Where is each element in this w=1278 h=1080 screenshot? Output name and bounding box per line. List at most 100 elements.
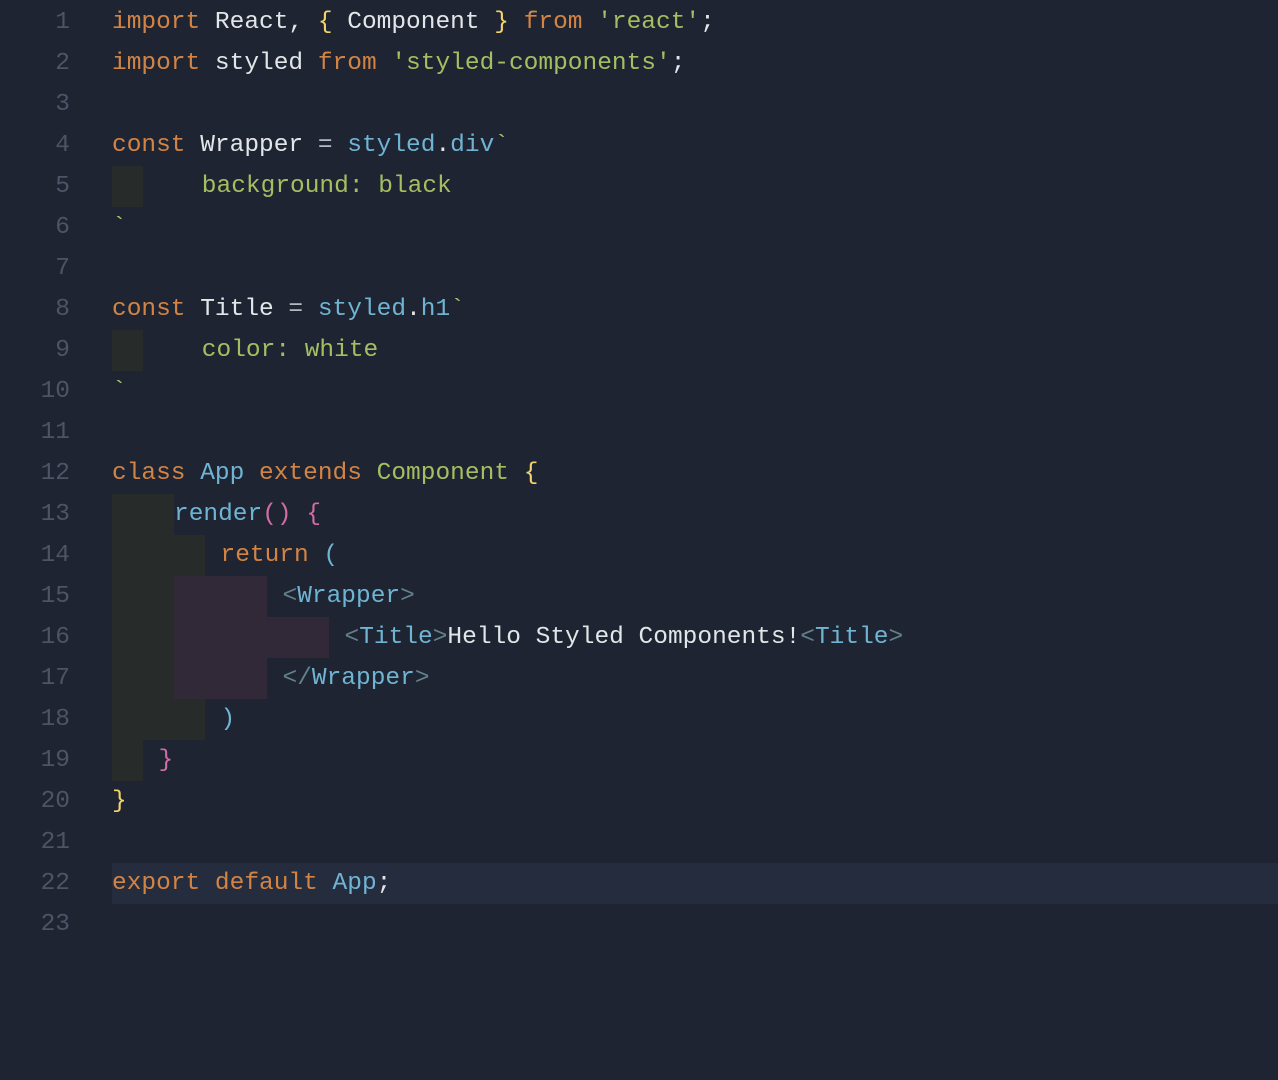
- code-line[interactable]: const Wrapper = styled.div`: [112, 125, 1278, 166]
- token-keyword: const: [112, 132, 186, 159]
- token-keyword: import: [112, 50, 200, 77]
- indent-guide: [174, 658, 236, 699]
- token-punct: ,: [288, 9, 317, 36]
- token-ident: Component: [347, 9, 479, 36]
- line-number: 22: [0, 863, 70, 904]
- line-number: 3: [0, 84, 70, 125]
- token-angle: </: [283, 665, 312, 692]
- token-backtick: `: [112, 214, 127, 241]
- indent-guide: [298, 617, 329, 658]
- indent-guide: [112, 494, 174, 535]
- token-jsx-tag: Wrapper: [312, 665, 415, 692]
- code-line[interactable]: <Wrapper>: [112, 576, 1278, 617]
- indent-guide: [174, 576, 236, 617]
- code-line[interactable]: class App extends Component {: [112, 453, 1278, 494]
- line-number: 8: [0, 289, 70, 330]
- token-prop: div: [450, 132, 494, 159]
- indent-guide: [112, 658, 174, 699]
- token-template: background: black: [143, 173, 452, 200]
- token-punct: ;: [671, 50, 686, 77]
- indent-guide: [236, 658, 267, 699]
- line-number: 20: [0, 781, 70, 822]
- indent-guide: [112, 740, 143, 781]
- token-jsx-tag: Title: [815, 624, 889, 651]
- indent-guide: [112, 330, 143, 371]
- code-line[interactable]: return (: [112, 535, 1278, 576]
- token-keyword: export: [112, 870, 200, 897]
- token-angle: <: [800, 624, 815, 651]
- token-paren: (): [262, 501, 291, 528]
- line-number: 17: [0, 658, 70, 699]
- line-number: 9: [0, 330, 70, 371]
- line-number: 11: [0, 412, 70, 453]
- token-punct: ;: [700, 9, 715, 36]
- token-brace: {: [318, 9, 347, 36]
- token-backtick: `: [112, 378, 127, 405]
- code-line[interactable]: }: [112, 781, 1278, 822]
- code-line[interactable]: [112, 248, 1278, 289]
- line-number: 14: [0, 535, 70, 576]
- token-string: 'styled-components': [391, 50, 670, 77]
- token-keyword: import: [112, 9, 200, 36]
- code-line[interactable]: `: [112, 371, 1278, 412]
- token-paren: (: [323, 542, 338, 569]
- token-paren: ): [221, 706, 236, 733]
- indent-guide: [174, 699, 205, 740]
- indent-guide: [112, 535, 174, 576]
- token-angle: >: [415, 665, 430, 692]
- indent-guide: [112, 576, 174, 617]
- code-line[interactable]: const Title = styled.h1`: [112, 289, 1278, 330]
- line-number: 4: [0, 125, 70, 166]
- code-line[interactable]: color: white: [112, 330, 1278, 371]
- code-line[interactable]: [112, 84, 1278, 125]
- line-number: 21: [0, 822, 70, 863]
- token-brace: }: [159, 747, 174, 774]
- code-line[interactable]: render() {: [112, 494, 1278, 535]
- line-number: 15: [0, 576, 70, 617]
- code-line[interactable]: background: black: [112, 166, 1278, 207]
- indent-guide: [236, 576, 267, 617]
- code-line[interactable]: </Wrapper>: [112, 658, 1278, 699]
- code-line[interactable]: [112, 822, 1278, 863]
- line-number: 12: [0, 453, 70, 494]
- code-line[interactable]: `: [112, 207, 1278, 248]
- code-area[interactable]: import React, { Component } from 'react'…: [90, 2, 1278, 945]
- code-line[interactable]: import React, { Component } from 'react'…: [112, 2, 1278, 43]
- line-number: 10: [0, 371, 70, 412]
- token-prop: h1: [421, 296, 450, 323]
- token-brace: {: [306, 501, 321, 528]
- code-line[interactable]: [112, 904, 1278, 945]
- token-op: =: [274, 296, 318, 323]
- token-punct: .: [435, 132, 450, 159]
- code-line[interactable]: ): [112, 699, 1278, 740]
- token-keyword: const: [112, 296, 186, 323]
- code-editor[interactable]: 1 2 3 4 5 6 7 8 9 10 11 12 13 14 15 16 1…: [0, 0, 1278, 945]
- token-brace: }: [112, 788, 127, 815]
- line-number: 2: [0, 43, 70, 84]
- token-angle: >: [889, 624, 904, 651]
- code-line[interactable]: [112, 412, 1278, 453]
- line-number: 23: [0, 904, 70, 945]
- line-number-gutter: 1 2 3 4 5 6 7 8 9 10 11 12 13 14 15 16 1…: [0, 2, 90, 945]
- token-angle: <: [345, 624, 360, 651]
- token-keyword: from: [318, 50, 377, 77]
- code-line[interactable]: import styled from 'styled-components';: [112, 43, 1278, 84]
- token-brace: }: [480, 9, 509, 36]
- token-punct: ;: [377, 870, 392, 897]
- token-op: =: [303, 132, 347, 159]
- line-number: 13: [0, 494, 70, 535]
- token-fn: render: [174, 501, 262, 528]
- code-line-active[interactable]: export default App;: [112, 863, 1278, 904]
- indent-guide: [112, 166, 143, 207]
- code-line[interactable]: }: [112, 740, 1278, 781]
- line-number: 5: [0, 166, 70, 207]
- code-line[interactable]: <Title>Hello Styled Components!<Title>: [112, 617, 1278, 658]
- indent-guide: [174, 617, 236, 658]
- line-number: 7: [0, 248, 70, 289]
- token-brace: {: [524, 460, 539, 487]
- line-number: 19: [0, 740, 70, 781]
- line-number: 18: [0, 699, 70, 740]
- token-ident: Title: [200, 296, 274, 323]
- token-keyword: default: [215, 870, 318, 897]
- indent-guide: [174, 535, 205, 576]
